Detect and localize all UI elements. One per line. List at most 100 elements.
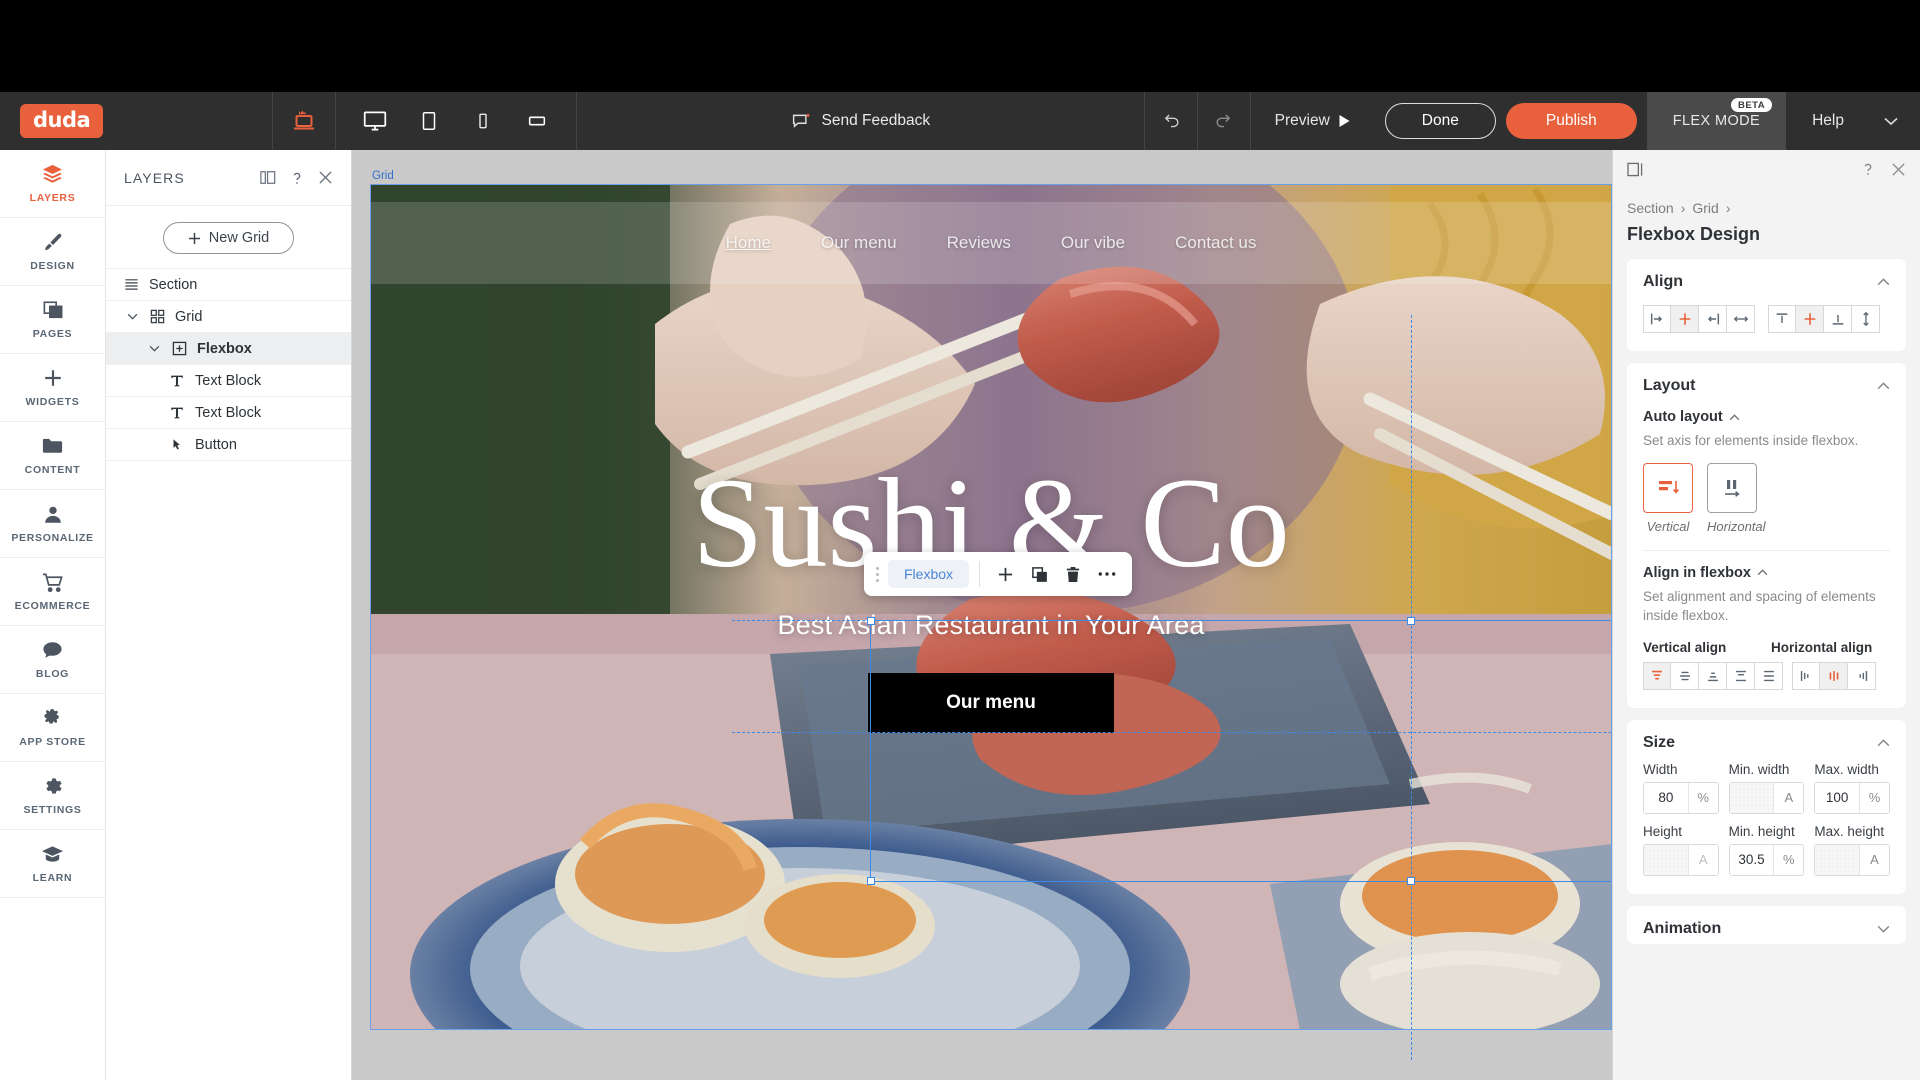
sidebar-item-widgets[interactable]: WIDGETS: [0, 354, 105, 422]
tablet-icon[interactable]: [412, 104, 446, 138]
sidebar-item-app-store[interactable]: APP STORE: [0, 694, 105, 762]
max-height-unit[interactable]: A: [1859, 845, 1889, 875]
width-value[interactable]: 80: [1644, 783, 1688, 813]
halign-left-icon[interactable]: [1792, 662, 1820, 690]
stretch-horizontal-icon[interactable]: [1727, 305, 1755, 333]
sidebar-item-blog[interactable]: BLOG: [0, 626, 105, 694]
align-middle-icon[interactable]: [1796, 305, 1824, 333]
layer-item-grid[interactable]: Grid: [106, 300, 351, 332]
min-width-value[interactable]: [1730, 783, 1774, 813]
layer-item-flexbox[interactable]: Flexbox: [106, 332, 351, 364]
publish-button[interactable]: Publish: [1506, 103, 1637, 139]
our-menu-cta-button[interactable]: Our menu: [868, 673, 1114, 733]
help-menu[interactable]: Help: [1786, 92, 1920, 150]
valign-bottom-icon[interactable]: [1699, 662, 1727, 690]
nav-link-our-vibe[interactable]: Our vibe: [1061, 233, 1125, 253]
sidebar-item-personalize[interactable]: PERSONALIZE: [0, 490, 105, 558]
premium-laptop-icon[interactable]: [273, 92, 335, 150]
preview-button[interactable]: Preview: [1251, 92, 1375, 150]
close-icon[interactable]: [318, 170, 333, 185]
align-left-icon[interactable]: [1643, 305, 1671, 333]
nav-link-contact-us[interactable]: Contact us: [1175, 233, 1256, 253]
axis-horizontal-icon[interactable]: [1707, 463, 1757, 513]
halign-center-icon[interactable]: [1820, 662, 1848, 690]
hero-subheadline[interactable]: Best Asian Restaurant in Your Area: [777, 610, 1204, 641]
animation-card-header[interactable]: Animation: [1643, 920, 1890, 938]
done-button[interactable]: Done: [1385, 103, 1496, 139]
height-value[interactable]: [1644, 845, 1688, 875]
sidebar-item-settings[interactable]: SETTINGS: [0, 762, 105, 830]
breadcrumb-separator: ›: [1681, 200, 1686, 216]
valign-top-icon[interactable]: [1643, 662, 1671, 690]
align-in-flexbox-label-row[interactable]: Align in flexbox: [1643, 565, 1890, 581]
width-unit[interactable]: %: [1688, 783, 1718, 813]
sidebar-item-pages[interactable]: PAGES: [0, 286, 105, 354]
close-icon[interactable]: [1891, 162, 1906, 177]
nav-link-reviews[interactable]: Reviews: [947, 233, 1011, 253]
min-width-input[interactable]: A: [1729, 782, 1805, 814]
height-unit[interactable]: A: [1688, 845, 1718, 875]
chevron-up-icon[interactable]: [1877, 382, 1890, 390]
sidebar-item-layers[interactable]: LAYERS: [0, 150, 105, 218]
desktop-icon[interactable]: [358, 104, 392, 138]
mobile-icon[interactable]: [466, 104, 500, 138]
landscape-icon[interactable]: [520, 104, 554, 138]
min-width-unit[interactable]: A: [1773, 783, 1803, 813]
redo-icon[interactable]: [1198, 92, 1250, 150]
breadcrumb-section[interactable]: Section: [1627, 200, 1674, 216]
max-height-value[interactable]: [1815, 845, 1859, 875]
stretch-vertical-icon[interactable]: [1852, 305, 1880, 333]
chevron-down-icon[interactable]: [126, 313, 139, 320]
flex-mode-toggle[interactable]: BETA FLEX MODE: [1647, 92, 1786, 150]
selected-element-chip[interactable]: Flexbox: [888, 560, 969, 588]
min-height-unit[interactable]: %: [1773, 845, 1803, 875]
max-width-value[interactable]: 100: [1815, 783, 1859, 813]
height-input[interactable]: A: [1643, 844, 1719, 876]
align-bottom-icon[interactable]: [1824, 305, 1852, 333]
duplicate-icon[interactable]: [1024, 559, 1054, 589]
layer-item-section[interactable]: Section: [106, 268, 351, 300]
new-grid-button[interactable]: New Grid: [163, 222, 294, 254]
valign-space-between-icon[interactable]: [1727, 662, 1755, 690]
chevron-down-icon[interactable]: [1877, 925, 1890, 933]
layer-item-text-block-2[interactable]: Text Block: [106, 396, 351, 428]
undo-icon[interactable]: [1145, 92, 1197, 150]
max-width-input[interactable]: 100 %: [1814, 782, 1890, 814]
auto-layout-label-row[interactable]: Auto layout: [1643, 409, 1890, 425]
sidebar-item-content[interactable]: CONTENT: [0, 422, 105, 490]
chevron-up-icon[interactable]: [1877, 278, 1890, 286]
max-height-input[interactable]: A: [1814, 844, 1890, 876]
sidebar-item-ecommerce[interactable]: ECOMMERCE: [0, 558, 105, 626]
sidebar-item-label: LAYERS: [30, 192, 76, 204]
add-element-icon[interactable]: [990, 559, 1020, 589]
halign-right-icon[interactable]: [1848, 662, 1876, 690]
drag-handle-icon[interactable]: [870, 567, 884, 582]
chevron-up-icon[interactable]: [1877, 739, 1890, 747]
sidebar-item-design[interactable]: DESIGN: [0, 218, 105, 286]
trash-icon[interactable]: [1058, 559, 1088, 589]
nav-link-home[interactable]: Home: [726, 233, 771, 253]
split-view-icon[interactable]: [260, 170, 276, 185]
align-right-icon[interactable]: [1699, 305, 1727, 333]
align-top-icon[interactable]: [1768, 305, 1796, 333]
min-height-input[interactable]: 30.5 %: [1729, 844, 1805, 876]
align-center-horizontal-icon[interactable]: [1671, 305, 1699, 333]
valign-center-icon[interactable]: [1671, 662, 1699, 690]
collapse-panel-icon[interactable]: [1627, 162, 1644, 177]
ellipsis-icon[interactable]: [1092, 559, 1122, 589]
question-mark-icon[interactable]: [290, 170, 304, 186]
max-width-unit[interactable]: %: [1859, 783, 1889, 813]
duda-logo[interactable]: duda: [20, 104, 103, 138]
send-feedback-button[interactable]: Send Feedback: [577, 92, 1144, 150]
layer-item-text-block-1[interactable]: Text Block: [106, 364, 351, 396]
min-height-value[interactable]: 30.5: [1730, 845, 1774, 875]
breadcrumb-grid[interactable]: Grid: [1692, 200, 1718, 216]
nav-link-our-menu[interactable]: Our menu: [821, 233, 897, 253]
chevron-down-icon[interactable]: [148, 345, 161, 352]
sidebar-item-learn[interactable]: LEARN: [0, 830, 105, 898]
question-mark-icon[interactable]: [1861, 161, 1875, 177]
layer-item-button[interactable]: Button: [106, 428, 351, 460]
axis-vertical-icon[interactable]: [1643, 463, 1693, 513]
width-input[interactable]: 80 %: [1643, 782, 1719, 814]
valign-space-around-icon[interactable]: [1755, 662, 1783, 690]
